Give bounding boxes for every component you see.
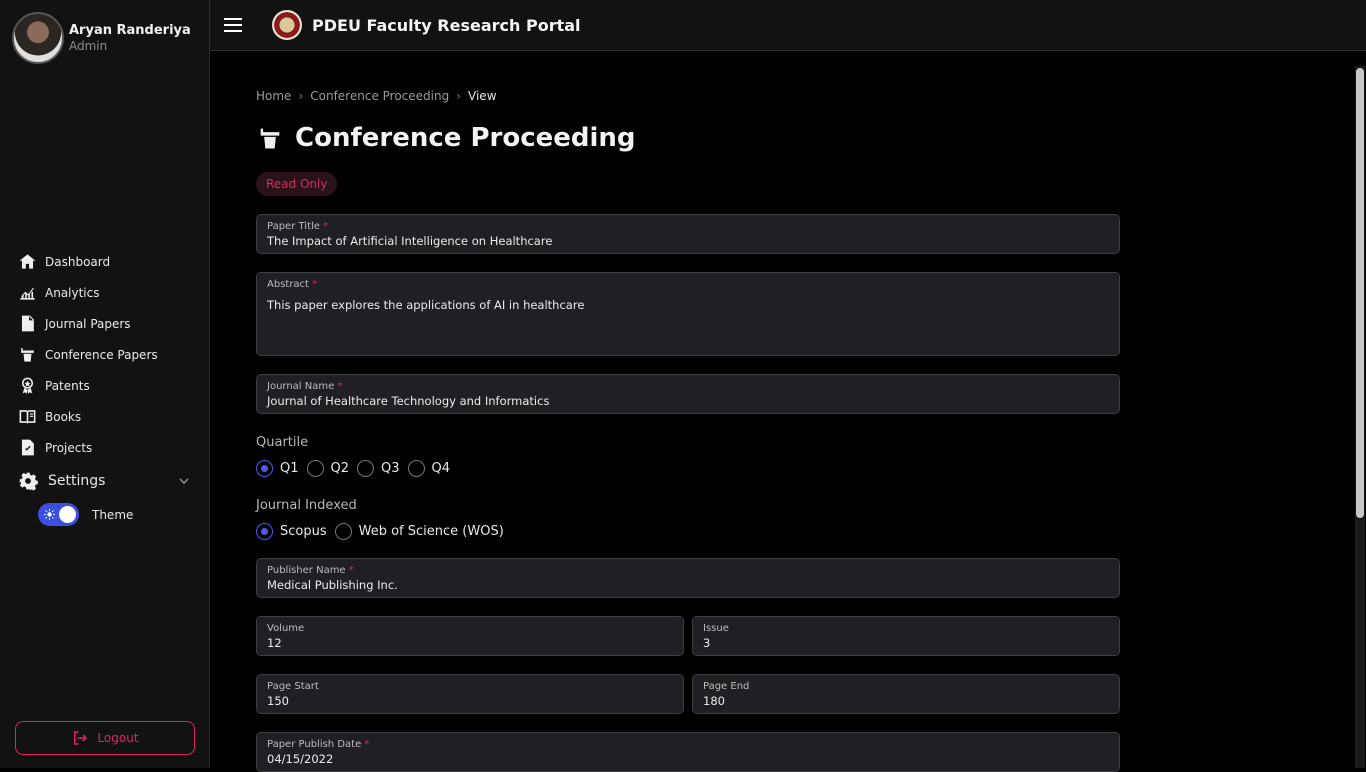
page-title-text: Conference Proceeding [295, 123, 636, 153]
radio-label: Q1 [280, 461, 299, 476]
radio-wos[interactable]: Web of Science (WOS) [334, 523, 504, 540]
radio-label: Q3 [381, 461, 400, 476]
sidebar-item-journal-papers[interactable]: Journal Papers [18, 308, 198, 339]
sidebar-item-dashboard[interactable]: Dashboard [18, 246, 198, 277]
field-label: Journal Name [267, 381, 335, 392]
radio-q4[interactable]: Q4 [407, 460, 451, 477]
field-label: Issue [703, 623, 729, 634]
podium-icon [260, 128, 280, 149]
podium-icon [21, 348, 34, 362]
field-label: Paper Publish Date [267, 739, 362, 750]
field-label: Page End [703, 681, 750, 692]
field-label: Publisher Name [267, 565, 346, 576]
status-badge: Read Only [256, 172, 338, 196]
breadcrumb-home[interactable]: Home [256, 89, 291, 103]
sidebar-item-label: Conference Papers [45, 347, 158, 362]
user-name: Aryan Randeriya [69, 23, 191, 38]
page-title: Conference Proceeding [256, 123, 1120, 153]
app-title: PDEU Faculty Research Portal [312, 15, 581, 35]
sidebar-item-label: Analytics [45, 285, 100, 300]
avatar [12, 12, 64, 64]
sidebar-item-analytics[interactable]: Analytics [18, 277, 198, 308]
radio-q2[interactable]: Q2 [306, 460, 350, 477]
page-start-field[interactable]: Page Start 150 [256, 674, 684, 714]
radio-label: Q4 [431, 461, 451, 476]
sidebar-item-conference-papers[interactable]: Conference Papers [18, 339, 198, 370]
radio-q3[interactable]: Q3 [357, 460, 400, 477]
logout-label: Logout [97, 731, 139, 745]
radio-scopus[interactable]: Scopus [256, 523, 327, 540]
sidebar-item-label: Books [45, 409, 82, 424]
home-icon [19, 254, 36, 269]
award-icon [21, 377, 34, 394]
journal-name-field[interactable]: Journal Name * Journal of Healthcare Tec… [256, 374, 1120, 414]
field-value: 12 [267, 636, 282, 650]
top-bar: PDEU Faculty Research Portal [210, 0, 1366, 51]
logout-icon [74, 731, 88, 745]
abstract-field[interactable]: Abstract * This paper explores the appli… [256, 272, 1120, 356]
scrollbar[interactable] [1355, 66, 1365, 768]
sidebar-item-label: Projects [45, 440, 93, 455]
theme-label: Theme [92, 507, 134, 522]
indexed-group: Journal Indexed Scopus Web of Science (W… [256, 498, 1120, 540]
breadcrumb: Home › Conference Proceeding › View [256, 88, 1120, 104]
field-value: Medical Publishing Inc. [267, 578, 398, 592]
sidebar-nav: Dashboard Analytics Journal Papers Confe… [18, 246, 198, 498]
settings-label: Settings [48, 473, 106, 489]
logout-button[interactable]: Logout [15, 721, 195, 755]
menu-icon[interactable] [224, 18, 242, 32]
user-role: Admin [69, 39, 108, 53]
paper-title-field[interactable]: Paper Title * The Impact of Artificial I… [256, 214, 1120, 254]
document-icon [21, 315, 34, 332]
sidebar-item-settings[interactable]: Settings [18, 464, 198, 498]
field-label: Page Start [267, 681, 319, 692]
theme-toggle[interactable] [38, 503, 79, 526]
breadcrumb-conference[interactable]: Conference Proceeding [310, 89, 449, 103]
chart-icon [20, 287, 35, 300]
radio-q1[interactable]: Q1 [256, 460, 299, 477]
sidebar-item-projects[interactable]: Projects [18, 432, 198, 463]
field-value: 150 [267, 694, 289, 708]
field-label: Volume [267, 623, 305, 634]
field-value: 180 [703, 694, 725, 708]
publisher-name-field[interactable]: Publisher Name * Medical Publishing Inc. [256, 558, 1120, 598]
sun-icon [44, 509, 55, 520]
page-end-field[interactable]: Page End 180 [692, 674, 1120, 714]
sidebar-item-books[interactable]: Books [18, 401, 198, 432]
radio-label: Q2 [330, 461, 350, 476]
breadcrumb-current: View [468, 89, 497, 103]
field-value: Journal of Healthcare Technology and Inf… [267, 394, 550, 408]
sidebar-item-label: Patents [45, 378, 90, 393]
indexed-label: Journal Indexed [256, 498, 357, 513]
field-value: 04/15/2022 [267, 752, 334, 766]
field-value: 3 [703, 636, 711, 650]
radio-label: Scopus [280, 524, 327, 539]
field-label: Paper Title [267, 221, 320, 232]
book-icon [19, 410, 36, 424]
chevron-down-icon [179, 478, 189, 484]
gear-icon [19, 472, 38, 491]
theme-control: Theme [38, 503, 133, 526]
quartile-label: Quartile [256, 435, 309, 450]
field-value: The Impact of Artificial Intelligence on… [267, 234, 553, 248]
portal-logo [272, 10, 302, 40]
volume-field[interactable]: Volume 12 [256, 616, 684, 656]
clipboard-check-icon [21, 439, 34, 456]
user-profile: Aryan Randeriya Admin [12, 12, 191, 64]
sidebar-item-label: Journal Papers [45, 316, 131, 331]
chevron-right-icon: › [298, 89, 304, 103]
quartile-group: Quartile Q1 Q2 Q3 Q4 [256, 435, 1120, 477]
radio-label: Web of Science (WOS) [358, 524, 504, 539]
sidebar: Aryan Randeriya Admin Dashboard Analytic… [0, 0, 210, 768]
issue-field[interactable]: Issue 3 [692, 616, 1120, 656]
sidebar-item-patents[interactable]: Patents [18, 370, 198, 401]
sidebar-item-label: Dashboard [45, 254, 111, 269]
publish-date-field[interactable]: Paper Publish Date * 04/15/2022 [256, 732, 1120, 772]
chevron-right-icon: › [456, 89, 462, 103]
field-value: This paper explores the applications of … [267, 298, 585, 312]
main-content: Home › Conference Proceeding › View Conf… [256, 88, 1120, 772]
field-label: Abstract [267, 279, 309, 290]
